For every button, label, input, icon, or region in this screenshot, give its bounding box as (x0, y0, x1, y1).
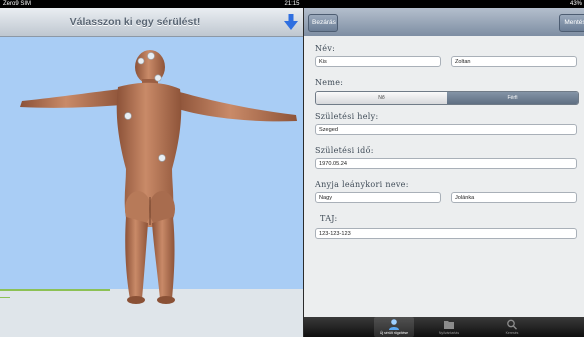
right-leg[interactable] (152, 217, 175, 299)
injury-marker-lower-back[interactable] (158, 154, 166, 162)
patient-form-pane: Bezárás Mentés Név: Kis Zoltan Neme: Nő … (303, 8, 584, 337)
mother-name-label: Anyja leánykori neve: (315, 180, 409, 189)
close-button[interactable]: Bezárás (308, 14, 338, 32)
save-button[interactable]: Mentés (559, 14, 584, 32)
name-label: Név: (315, 44, 336, 53)
gender-label: Neme: (315, 78, 344, 87)
left-leg[interactable] (125, 217, 148, 299)
mother-first-name-input[interactable]: Jolánka (451, 192, 577, 203)
tab-new-injured[interactable]: Új sérült rögzítése (374, 317, 414, 337)
tab-records-label: Nyilvántartás (438, 331, 460, 335)
search-icon (507, 319, 518, 330)
battery-indicator: 43% (569, 1, 582, 7)
injury-marker-back[interactable] (124, 112, 132, 120)
injury-marker-head[interactable] (147, 52, 155, 60)
gender-option-female[interactable]: Nő (316, 92, 447, 104)
human-body-model[interactable] (0, 37, 303, 337)
tab-search[interactable]: Keresés (492, 317, 532, 337)
tab-new-injured-label: Új sérült rögzítése (379, 331, 409, 335)
birthplace-label: Születési hely: (315, 112, 379, 121)
birthplace-input[interactable]: Szeged (315, 124, 577, 135)
injury-marker-neck[interactable] (154, 74, 162, 82)
arrow-down-icon[interactable] (284, 14, 298, 30)
birthdate-input[interactable]: 1970.05.24 (315, 158, 577, 169)
gender-segmented-control: Nő Férfi (315, 91, 579, 105)
left-arm[interactable] (20, 89, 122, 108)
body-3d-view[interactable] (0, 37, 303, 337)
status-bar: Zero9 SIM 21:15 43% (0, 0, 584, 8)
left-foot[interactable] (127, 296, 145, 304)
form-toolbar: Bezárás Mentés (304, 8, 584, 36)
gender-option-male[interactable]: Férfi (447, 92, 578, 104)
tab-bar: Új sérült rögzítése Nyilvántartás Keresé… (304, 317, 584, 337)
folder-icon (444, 321, 454, 329)
mother-last-name-input[interactable]: Nagy (315, 192, 441, 203)
right-foot[interactable] (157, 296, 175, 304)
body-view-header: Válasszon ki egy sérülést! (0, 8, 303, 37)
right-arm[interactable] (176, 91, 297, 122)
tab-search-label: Keresés (505, 331, 519, 335)
person-icon (389, 319, 399, 330)
last-name-input[interactable]: Kis (315, 56, 441, 67)
taj-input[interactable]: 123-123-123 (315, 228, 577, 239)
injury-marker-head-left[interactable] (137, 57, 145, 65)
clock: 21:15 (284, 1, 300, 7)
tab-records[interactable]: Nyilvántartás (429, 317, 469, 337)
body-view-title: Válasszon ki egy sérülést! (69, 16, 201, 28)
first-name-input[interactable]: Zoltan (451, 56, 577, 67)
birthdate-label: Születési idő: (315, 146, 374, 155)
taj-label: TAJ: (320, 214, 338, 223)
